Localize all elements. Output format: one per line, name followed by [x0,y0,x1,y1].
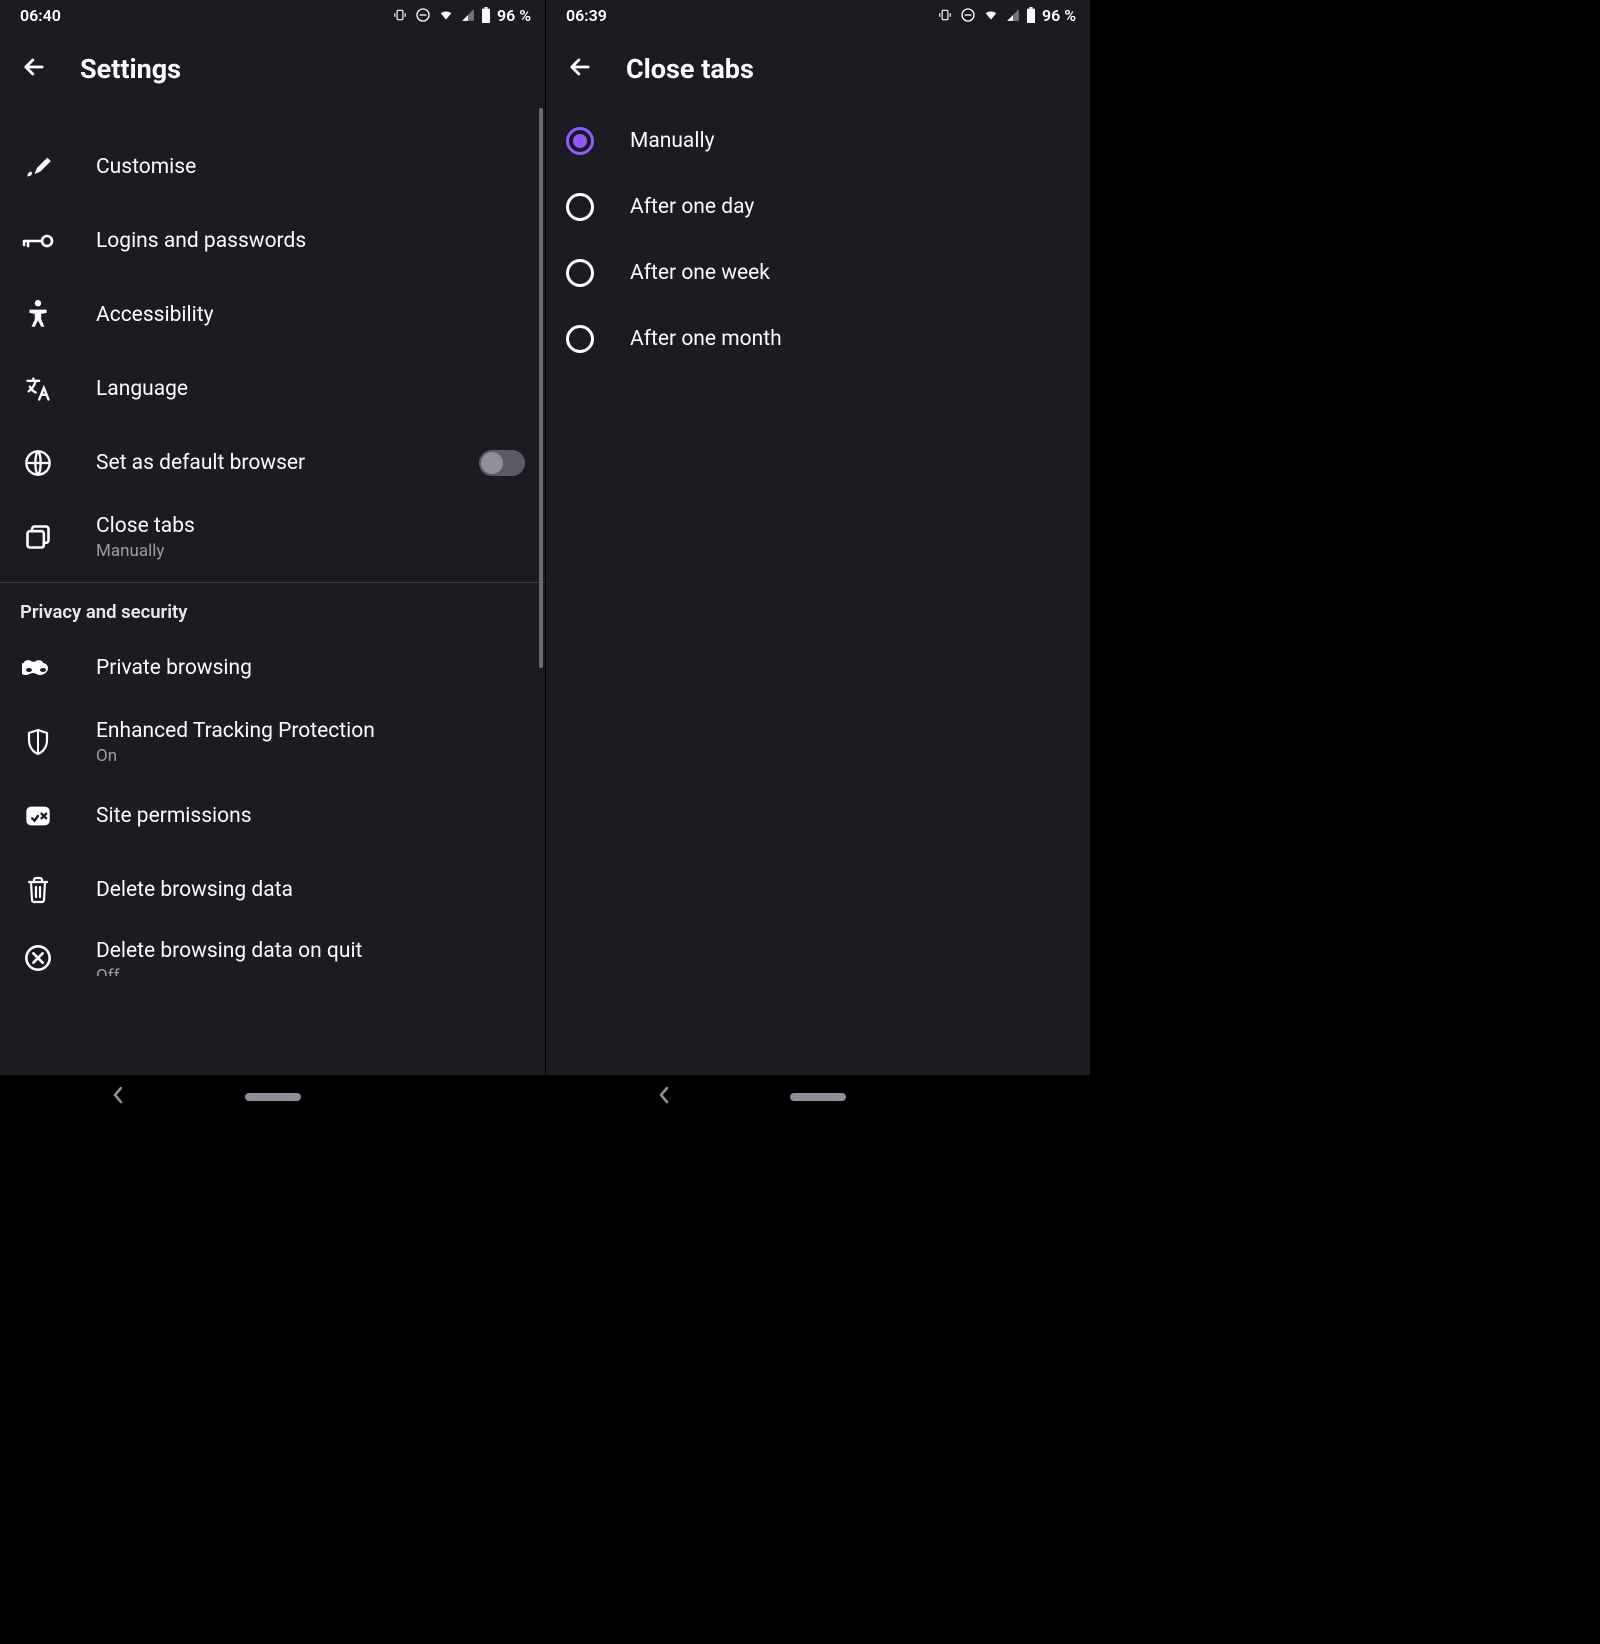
radio-icon [566,259,594,287]
row-private-browsing[interactable]: Private browsing [0,631,545,705]
nav-back-icon[interactable] [110,1085,126,1109]
signal-icon [1006,8,1020,22]
option-label: After one week [630,261,770,285]
app-bar: Close tabs [546,30,1090,108]
status-bar: 06:39 96 % [546,0,1090,30]
status-time: 06:39 [566,6,607,25]
vibrate-icon [936,8,954,22]
tabs-icon [20,519,56,555]
row-sublabel: Manually [96,541,525,561]
permissions-icon [20,798,56,834]
row-delete-on-quit[interactable]: Delete browsing data on quit Off [0,927,545,976]
row-customise[interactable]: Customise [0,130,545,204]
option-label: Manually [630,129,715,153]
radio-icon [566,325,594,353]
options-list: Manually After one day After one week Af… [546,108,1090,1075]
default-browser-toggle[interactable] [479,450,525,476]
row-etp[interactable]: Enhanced Tracking Protection On [0,705,545,779]
row-logins[interactable]: Logins and passwords [0,204,545,278]
row-label: Language [96,377,525,401]
signal-icon [461,8,475,22]
accessibility-icon [20,297,56,333]
row-label: Delete browsing data [96,878,525,902]
row-language[interactable]: Language [0,352,545,426]
search-icon [20,108,56,130]
system-nav-bar [0,1075,545,1119]
row-close-tabs[interactable]: Close tabs Manually [0,500,545,574]
section-privacy-title: Privacy and security [0,583,545,631]
nav-home-pill[interactable] [790,1093,846,1101]
wifi-icon [982,8,1000,22]
dnd-icon [960,7,976,23]
row-label: Private browsing [96,656,525,680]
settings-list[interactable]: Search Customise Logins and passwords Ac… [0,108,545,1075]
radio-icon [566,127,594,155]
row-delete-data[interactable]: Delete browsing data [0,853,545,927]
scroll-indicator[interactable] [539,108,543,668]
option-label: After one month [630,327,782,351]
status-bar: 06:40 96 % [0,0,545,30]
option-one-day[interactable]: After one day [546,174,1090,240]
row-label: Customise [96,155,525,179]
vibrate-icon [391,8,409,22]
option-manually[interactable]: Manually [546,108,1090,174]
close-tabs-screen: 06:39 96 % Close tabs Manually After one… [545,0,1090,1119]
row-label: Logins and passwords [96,229,525,253]
row-label: Set as default browser [96,451,439,475]
row-label: Delete browsing data on quit [96,939,525,963]
row-default-browser[interactable]: Set as default browser [0,426,545,500]
paintbrush-icon [20,149,56,185]
shield-icon [20,724,56,760]
row-label: Site permissions [96,804,525,828]
battery-icon [481,7,491,23]
back-arrow-icon[interactable] [20,53,48,85]
row-label: Enhanced Tracking Protection [96,719,525,743]
page-title: Close tabs [626,53,754,85]
row-site-permissions[interactable]: Site permissions [0,779,545,853]
system-nav-bar [546,1075,1090,1119]
option-one-week[interactable]: After one week [546,240,1090,306]
trash-icon [20,872,56,908]
wifi-icon [437,8,455,22]
nav-home-pill[interactable] [245,1093,301,1101]
row-sublabel: Off [96,966,525,976]
mask-icon [20,650,56,686]
dnd-icon [415,7,431,23]
option-label: After one day [630,195,754,219]
app-bar: Settings [0,30,545,108]
row-label: Close tabs [96,514,525,538]
row-search[interactable]: Search [0,108,545,130]
settings-screen: 06:40 96 % Settings Search Customi [0,0,545,1119]
row-label: Accessibility [96,303,525,327]
battery-percent: 96 % [1042,6,1076,25]
option-one-month[interactable]: After one month [546,306,1090,372]
translate-icon [20,371,56,407]
battery-percent: 96 % [497,6,531,25]
key-icon [20,223,56,259]
radio-icon [566,193,594,221]
row-sublabel: On [96,746,525,766]
status-icons: 96 % [391,6,531,25]
page-title: Settings [80,53,181,85]
nav-back-icon[interactable] [656,1085,672,1109]
row-accessibility[interactable]: Accessibility [0,278,545,352]
status-icons: 96 % [936,6,1076,25]
circle-x-icon [20,940,56,976]
status-time: 06:40 [20,6,61,25]
globe-icon [20,445,56,481]
battery-icon [1026,7,1036,23]
back-arrow-icon[interactable] [566,53,594,85]
